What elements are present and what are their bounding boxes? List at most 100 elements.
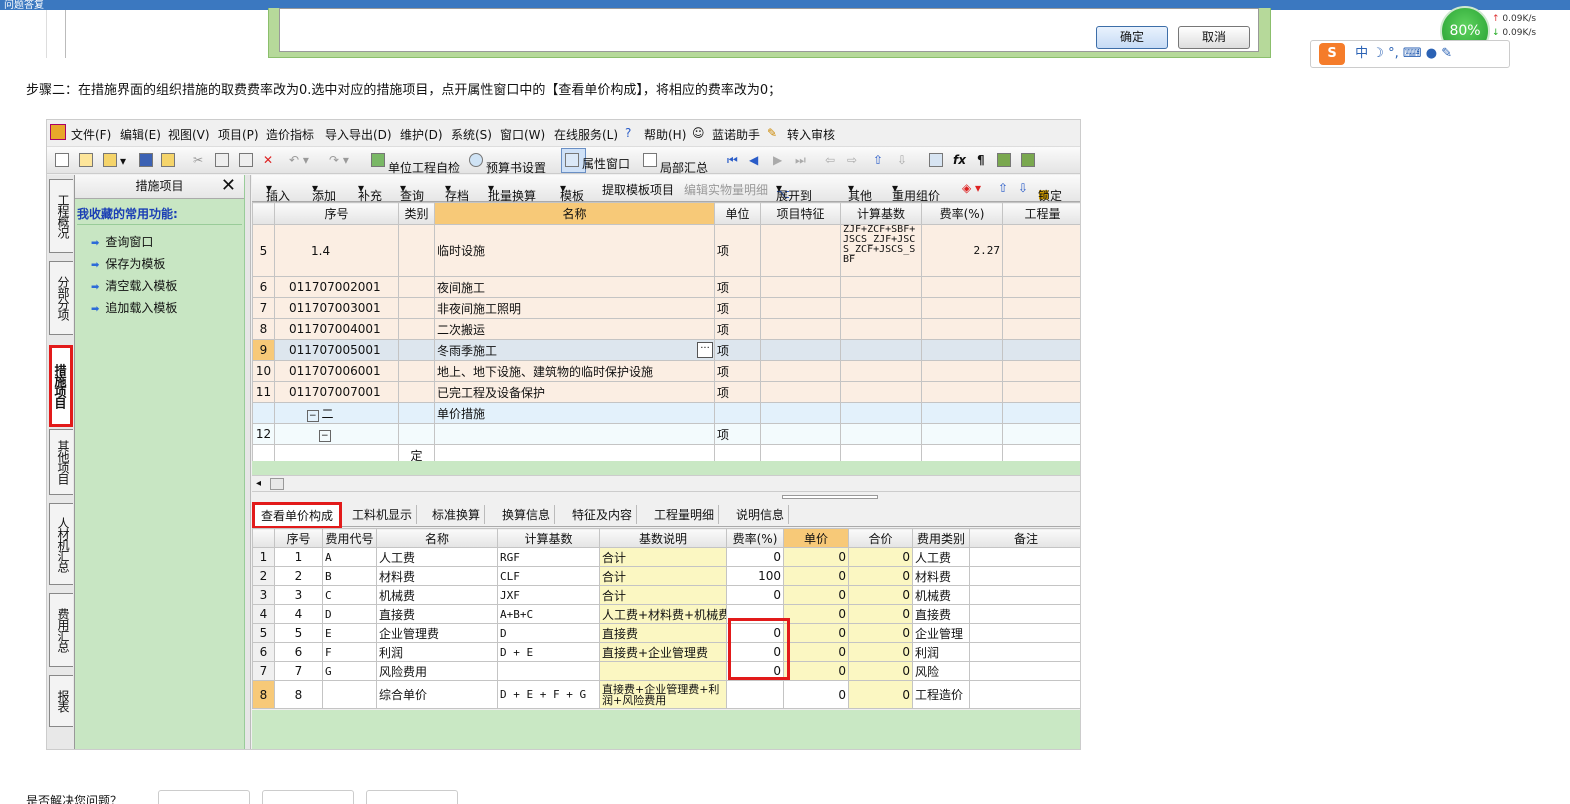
user-icon[interactable]: ● [1426,46,1437,61]
row-quantity[interactable] [1002,276,1080,298]
row-fee-category[interactable]: 工程造价 [912,680,970,709]
move-up-icon[interactable]: ⇧ [998,181,1008,195]
table-row-selected[interactable]: 9 011707005001 冬雨季施工 ··· 项 [252,339,1080,361]
row-quantity[interactable] [1002,318,1080,340]
insert-button[interactable]: 插入 ▾ [266,181,290,203]
row-remark[interactable] [969,585,1080,605]
row-base-desc[interactable]: 直接费+企业管理费+利润+风险费用 [599,680,727,709]
row-rate[interactable]: 0 [726,585,784,605]
tab-description[interactable]: 说明信息 [732,505,790,524]
row-calc-base[interactable]: D + E [497,642,600,662]
row-type[interactable] [398,224,435,277]
collapse-icon[interactable]: − [319,430,331,442]
paragraph-icon[interactable]: ¶ [977,153,985,167]
row-code[interactable]: 011707003001 [274,297,399,319]
col-code[interactable]: 序号 [274,202,399,225]
row-unit-price[interactable]: 0 [783,680,849,709]
row-remark[interactable] [969,547,1080,567]
save-icon[interactable] [139,153,156,168]
archive-button[interactable]: 存档 ▾ [445,181,469,203]
row-quantity[interactable] [1002,339,1080,361]
property-window-button[interactable]: 属性窗口 [561,148,630,173]
row-name[interactable]: 机械费 [376,585,498,605]
redo-icon[interactable]: ↷ ▾ [329,153,349,167]
row-no[interactable]: 7 [274,661,323,681]
row-no[interactable]: 8 [274,680,323,709]
row-features[interactable] [760,276,841,298]
tab-cost-summary[interactable]: 费用汇总 [49,593,73,667]
row-calc-base[interactable]: A+B+C [497,604,600,624]
row-unit[interactable]: 项 [714,339,761,361]
row-rate[interactable] [921,318,1003,340]
table-row[interactable]: 4 4 D 直接费 A+B+C 人工费+材料费+机械费 0 0 直接费 [252,604,1080,624]
row-unit[interactable] [714,402,761,424]
row-name[interactable]: 夜间施工 [434,276,715,298]
undo-icon[interactable]: ↶ ▾ [289,153,309,167]
row-calc-base[interactable]: ZJF+ZCF+SBF+JSCS_ZJF+JSCS_ZCF+JSCS_SBF [840,224,922,277]
row-calc-base[interactable] [840,423,922,445]
menu-file[interactable]: 文件(F) [71,126,111,143]
row-features[interactable] [760,360,841,382]
row-fee-code[interactable]: B [322,566,377,586]
self-check-button[interactable]: 单位工程自检 [371,153,460,175]
row-fee-code[interactable]: E [322,623,377,643]
row-quantity[interactable] [1002,423,1080,445]
tab-features-content[interactable]: 特征及内容 [568,505,638,524]
col-quantity[interactable]: 工程量 [1002,202,1080,225]
pane-splitter[interactable] [252,492,1080,501]
row-type[interactable] [398,402,435,424]
row-name[interactable]: 二次搬运 [434,318,715,340]
row-base-desc[interactable]: 合计 [599,547,727,567]
row-remark[interactable] [969,623,1080,643]
row-unit[interactable]: 项 [714,297,761,319]
row-type[interactable] [398,318,435,340]
favorite-query-window[interactable]: ➡ 查询窗口 [75,233,244,255]
row-rate[interactable]: 100 [726,566,784,586]
table-row[interactable]: 8 011707004001 二次搬运 项 [252,318,1080,340]
table-row[interactable]: 7 7 G 风险费用 0 0 0 风险 [252,661,1080,681]
row-fee-category[interactable]: 机械费 [912,585,970,605]
move-left-icon[interactable]: ⇦ [825,153,835,167]
row-features[interactable] [760,381,841,403]
supplement-button[interactable]: 补充 ▾ [358,181,382,203]
menu-help[interactable]: 帮助(H) [644,126,686,143]
row-calc-base[interactable]: JXF [497,585,600,605]
col-calc-base[interactable]: 计算基数 [840,202,922,225]
row-base-desc[interactable]: 人工费+材料费+机械费 [599,604,727,624]
tab-other-items[interactable]: 其他项目 [49,429,73,495]
col-total[interactable]: 合价 [848,528,913,548]
template-button[interactable]: 模板 ▾ [560,181,584,203]
expand-to-button[interactable]: ⌥ 展开到 ▾ [776,181,812,203]
row-total[interactable]: 0 [848,585,913,605]
row-total[interactable]: 0 [848,680,913,709]
row-rate[interactable] [921,360,1003,382]
partial-sum-button[interactable]: 局部汇总 [643,153,708,175]
menu-system[interactable]: 系统(S) [451,126,492,143]
menu-assistant[interactable]: 蓝诺助手 [712,126,760,143]
scroll-left-icon[interactable]: ◂ [256,478,261,489]
row-name[interactable]: 材料费 [376,566,498,586]
panel-splitter[interactable] [245,175,251,749]
last-icon[interactable]: ⏭ [795,153,806,168]
row-name[interactable]: 已完工程及设备保护 [434,381,715,403]
new-icon[interactable] [55,153,72,168]
row-total[interactable]: 0 [848,642,913,662]
row-fee-category[interactable]: 材料费 [912,566,970,586]
row-fee-category[interactable]: 人工费 [912,547,970,567]
tab-view-unit-price[interactable]: 查看单价构成 [252,502,343,529]
row-unit[interactable]: 项 [714,381,761,403]
ok-button[interactable]: 确定 [1096,26,1168,49]
row-name[interactable]: 风险费用 [376,661,498,681]
keyboard-icon[interactable]: ⌨ [1403,46,1422,61]
tab-project-overview[interactable]: 工程概况 [49,179,73,253]
col-features[interactable]: 项目特征 [760,202,841,225]
menu-online[interactable]: 在线服务(L) [554,126,618,143]
fill-color-icon[interactable]: ◈ ▾ [962,181,981,195]
row-calc-base[interactable]: D + E + F + G [497,680,600,709]
table-row-section[interactable]: − 二 单价措施 [252,402,1080,424]
move-right-icon[interactable]: ⇨ [847,153,857,167]
row-remark[interactable] [969,661,1080,681]
row-calc-base[interactable] [840,402,922,424]
tab-sub-items[interactable]: 分部分项 [49,261,73,335]
row-name[interactable]: 非夜间施工照明 [434,297,715,319]
